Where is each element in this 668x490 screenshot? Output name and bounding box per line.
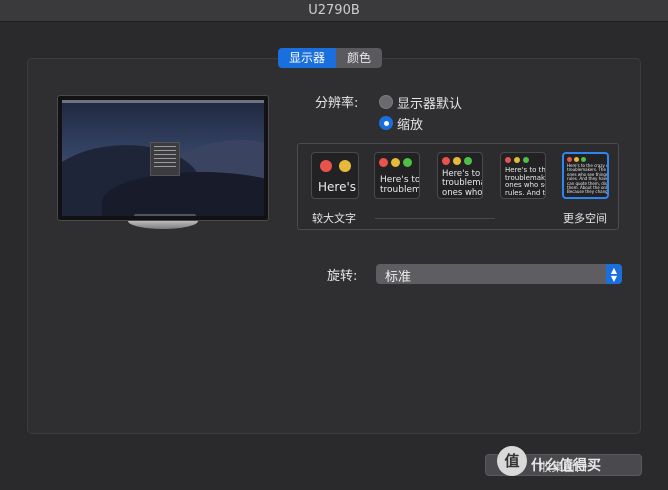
radio-scaled[interactable] — [379, 116, 393, 130]
rotation-select[interactable]: 标准 ▲ ▼ — [376, 264, 622, 285]
title-bar: U2790B — [0, 0, 668, 22]
scale-option-larger-text[interactable]: Here's — [311, 152, 359, 199]
menu-bar-preview — [62, 100, 264, 103]
resolution-label: 分辨率: — [315, 96, 359, 111]
window-controls-icon — [442, 157, 472, 165]
radio-scaled-label[interactable]: 缩放 — [397, 114, 423, 133]
watermark-text: 什么值得买 — [531, 458, 601, 474]
scale-option-3[interactable]: Here's to t troublema ones who — [437, 152, 483, 199]
scale-option-more-space[interactable]: Here's to the crazy ones troublemakers. … — [562, 152, 609, 199]
desktop-wallpaper — [62, 100, 264, 216]
scale-preview-text: Here's to the cr troublemakers. ones who… — [505, 166, 546, 198]
scale-track-divider — [375, 218, 495, 219]
radio-default-label[interactable]: 显示器默认 — [397, 93, 462, 112]
window-title: U2790B — [308, 3, 360, 18]
updown-chevron-icon: ▲ ▼ — [606, 264, 622, 284]
window-controls-icon — [320, 160, 351, 172]
more-space-label: 更多空间 — [563, 212, 607, 225]
monitor-preview-image — [57, 95, 269, 221]
watermark-logo-icon: 值 — [497, 446, 527, 476]
rotation-value: 标准 — [385, 270, 412, 285]
scale-preview-text: Here's to t troublema ones who — [442, 169, 483, 198]
window-controls-icon — [567, 157, 586, 162]
tab-control: 显示器 颜色 — [278, 48, 383, 68]
tab-display[interactable]: 显示器 — [278, 48, 337, 68]
scale-option-2[interactable]: Here's to troublem — [374, 152, 420, 199]
scale-option-4[interactable]: Here's to the cr troublemakers. ones who… — [500, 152, 546, 199]
window-controls-icon — [379, 158, 412, 167]
window-preview — [150, 142, 180, 176]
scale-preview-text: Here's to the crazy ones troublemakers. … — [567, 163, 609, 195]
tab-color[interactable]: 颜色 — [336, 48, 383, 68]
scale-preview-text: Here's — [318, 180, 357, 194]
rotation-label: 旋转: — [327, 269, 358, 284]
radio-default-for-display[interactable] — [379, 95, 393, 109]
scale-preview-text: Here's to troublem — [380, 175, 420, 195]
window-controls-icon — [505, 157, 529, 163]
dock-preview — [134, 214, 196, 216]
larger-text-label: 较大文字 — [312, 212, 356, 225]
